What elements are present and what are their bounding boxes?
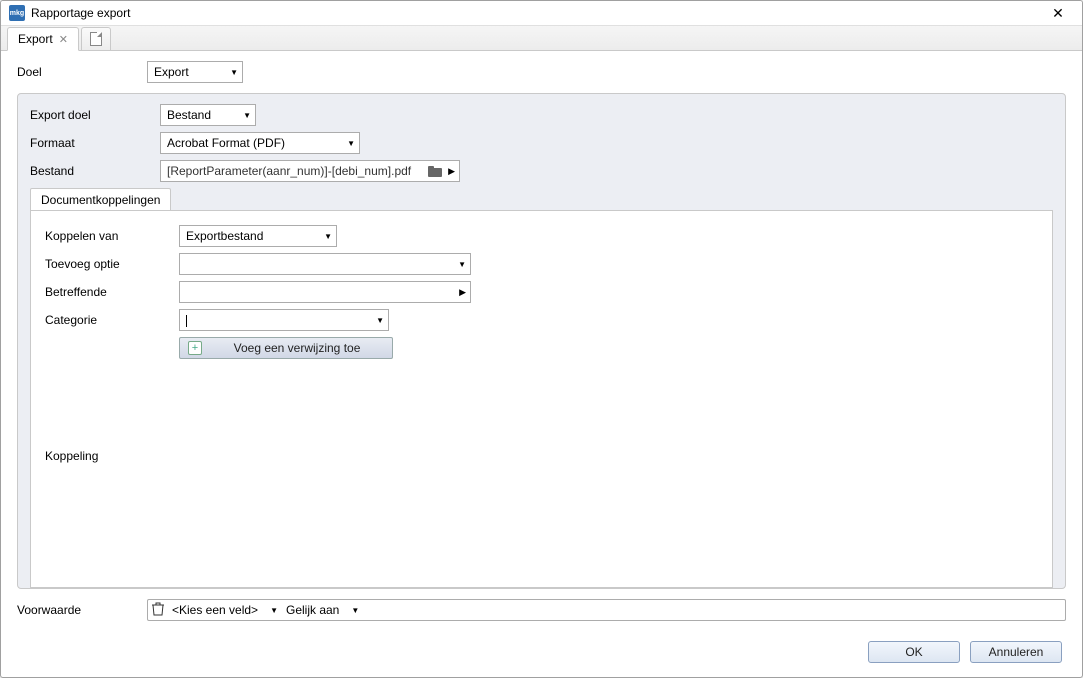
chevron-down-icon: ▼	[376, 316, 384, 325]
dialog-window: mkg Rapportage export ✕ Export ✕ Doel Ex…	[0, 0, 1083, 678]
cancel-button[interactable]: Annuleren	[970, 641, 1062, 663]
select-categorie[interactable]: ▼	[179, 309, 389, 331]
label-koppeling: Koppeling	[45, 449, 179, 463]
tab-label: Export	[18, 32, 53, 46]
tab-new[interactable]	[81, 27, 111, 51]
chevron-down-icon: ▼	[243, 111, 251, 120]
trash-svg	[152, 602, 164, 616]
condition-operator[interactable]: Gelijk aan	[286, 603, 339, 617]
row-koppeling: Koppeling	[45, 449, 1038, 463]
chevron-down-icon: ▼	[230, 68, 238, 77]
select-toevoeg-optie[interactable]: ▼	[179, 253, 471, 275]
chevron-down-icon: ▼	[458, 260, 466, 269]
button-label: OK	[905, 645, 922, 659]
row-formaat: Formaat Acrobat Format (PDF) ▼	[30, 132, 1053, 154]
add-reference-button[interactable]: + Voeg een verwijzing toe	[179, 337, 393, 359]
select-doel[interactable]: Export ▼	[147, 61, 243, 83]
input-value: [ReportParameter(aanr_num)]-[debi_num].p…	[167, 164, 428, 178]
text-caret	[186, 315, 187, 327]
document-icon	[90, 32, 102, 46]
triangle-right-icon[interactable]: ▶	[448, 166, 455, 177]
dialog-buttons: OK Annuleren	[17, 641, 1066, 663]
export-panel: Export doel Bestand ▼ Formaat Acrobat Fo…	[17, 93, 1066, 589]
plus-icon: +	[188, 341, 202, 355]
input-bestand[interactable]: [ReportParameter(aanr_num)]-[debi_num].p…	[160, 160, 460, 182]
window-title: Rapportage export	[31, 6, 1042, 20]
app-icon: mkg	[9, 5, 25, 21]
tab-documentkoppelingen[interactable]: Documentkoppelingen	[30, 188, 171, 210]
inner-tabs: Documentkoppelingen Koppelen van Exportb…	[30, 188, 1053, 588]
folder-icon[interactable]	[428, 166, 442, 177]
select-value: Bestand	[167, 108, 211, 122]
row-doel: Doel Export ▼	[17, 61, 1066, 83]
trash-icon[interactable]	[152, 602, 164, 619]
select-koppelen-van[interactable]: Exportbestand ▼	[179, 225, 337, 247]
label-voorwaarde: Voorwaarde	[17, 603, 147, 617]
select-value: Export	[154, 65, 189, 79]
chevron-down-icon[interactable]: ▼	[351, 606, 359, 615]
lookup-betreffende[interactable]: ▶	[179, 281, 471, 303]
close-button[interactable]: ✕	[1042, 3, 1074, 23]
label-toevoeg-optie: Toevoeg optie	[45, 257, 179, 271]
ok-button[interactable]: OK	[868, 641, 960, 663]
label-bestand: Bestand	[30, 164, 160, 178]
tab-export[interactable]: Export ✕	[7, 27, 79, 51]
chevron-down-icon: ▼	[324, 232, 332, 241]
content-area: Doel Export ▼ Export doel Bestand ▼ Form…	[1, 51, 1082, 677]
label-betreffende: Betreffende	[45, 285, 179, 299]
button-label: Voeg een verwijzing toe	[210, 341, 384, 355]
row-voorwaarde: Voorwaarde <Kies een veld> ▼ Gelijk aan …	[17, 599, 1066, 621]
tab-close-icon[interactable]: ✕	[59, 33, 68, 46]
row-betreffende: Betreffende ▶	[45, 281, 1038, 303]
label-doel: Doel	[17, 65, 147, 79]
select-value	[186, 313, 187, 327]
label-categorie: Categorie	[45, 313, 179, 327]
row-add-ref: + Voeg een verwijzing toe	[45, 337, 1038, 359]
select-value: Exportbestand	[186, 229, 263, 243]
tab-label: Documentkoppelingen	[41, 193, 160, 207]
chevron-down-icon[interactable]: ▼	[270, 606, 278, 615]
inner-tabstrip: Documentkoppelingen	[30, 188, 1053, 210]
row-categorie: Categorie ▼	[45, 309, 1038, 331]
select-value: Acrobat Format (PDF)	[167, 136, 285, 150]
chevron-down-icon: ▼	[347, 139, 355, 148]
row-koppelen-van: Koppelen van Exportbestand ▼	[45, 225, 1038, 247]
row-toevoeg-optie: Toevoeg optie ▼	[45, 253, 1038, 275]
label-formaat: Formaat	[30, 136, 160, 150]
main-tabstrip: Export ✕	[1, 26, 1082, 51]
select-export-doel[interactable]: Bestand ▼	[160, 104, 256, 126]
row-export-doel: Export doel Bestand ▼	[30, 104, 1053, 126]
button-label: Annuleren	[989, 645, 1044, 659]
documentkoppelingen-panel: Koppelen van Exportbestand ▼ Toevoeg opt…	[30, 210, 1053, 588]
triangle-right-icon: ▶	[459, 287, 466, 298]
select-formaat[interactable]: Acrobat Format (PDF) ▼	[160, 132, 360, 154]
titlebar: mkg Rapportage export ✕	[1, 1, 1082, 26]
condition-bar[interactable]: <Kies een veld> ▼ Gelijk aan ▼	[147, 599, 1066, 621]
row-bestand: Bestand [ReportParameter(aanr_num)]-[deb…	[30, 160, 1053, 182]
label-koppelen-van: Koppelen van	[45, 229, 179, 243]
condition-field[interactable]: <Kies een veld>	[172, 603, 258, 617]
label-export-doel: Export doel	[30, 108, 160, 122]
